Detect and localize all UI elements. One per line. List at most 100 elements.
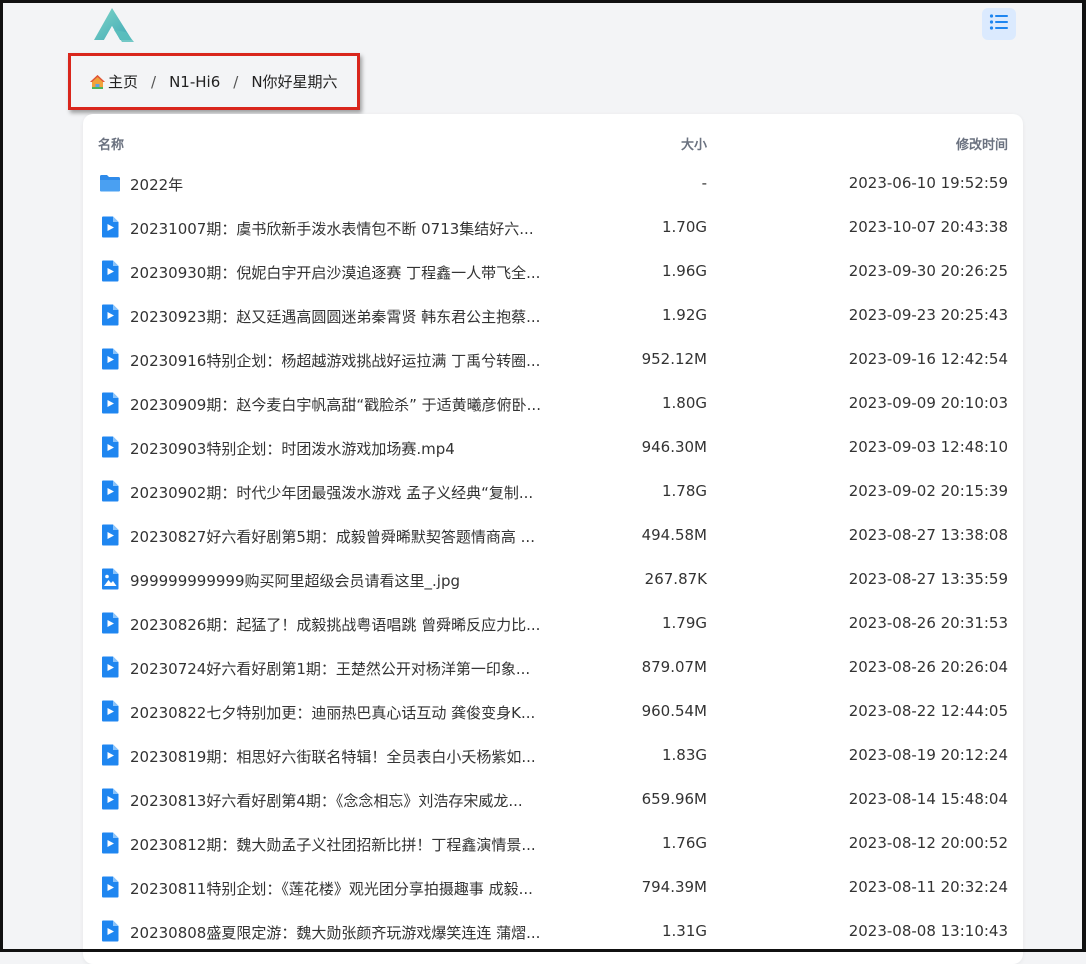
video-file-icon (99, 744, 121, 766)
file-name[interactable]: 20230808盛夏限定游：魏大勋张颜齐玩游戏爆笑连连 蒲熠... (130, 922, 540, 943)
video-file-icon (99, 392, 121, 414)
house-icon (89, 74, 106, 90)
table-row[interactable]: 20230724好六看好剧第1期：王楚然公开对杨洋第一印象... 879.07M 2… (83, 646, 1023, 690)
table-row[interactable]: 999999999999购买阿里超级会员请看这里_.jpg 267.87K 2023… (83, 558, 1023, 602)
breadcrumb-separator: / (151, 72, 157, 91)
table-row[interactable]: 20230923期：赵又廷遇高圆圆迷弟秦霄贤 韩东君公主抱蔡... 1.92G 20… (83, 294, 1023, 338)
file-modified-time: 2023-09-09 20:10:03 (848, 394, 1008, 412)
video-file-icon (99, 920, 121, 942)
file-modified-time: 2023-08-08 13:10:43 (848, 922, 1008, 940)
file-modified-time: 2023-06-10 19:52:59 (848, 174, 1008, 192)
file-modified-time: 2023-08-14 15:48:04 (848, 790, 1008, 808)
table-row[interactable]: 2022年 - 2023-06-10 19:52:59 (83, 162, 1023, 206)
header-name[interactable]: 名称 (98, 134, 124, 153)
table-row[interactable]: 20230826期：起猛了！成毅挑战粤语唱跳 曾舜晞反应力比... 1.79G 20… (83, 602, 1023, 646)
file-size: 1.83G (661, 746, 707, 764)
file-size: 946.30M (641, 438, 707, 456)
video-file-icon (99, 216, 121, 238)
table-row[interactable]: 20230916特别企划：杨超越游戏挑战好运拉满 丁禹兮转圈... 952.12M… (83, 338, 1023, 382)
file-name[interactable]: 20230916特别企划：杨超越游戏挑战好运拉满 丁禹兮转圈... (130, 350, 540, 371)
file-size: 1.79G (661, 614, 707, 632)
file-size: 267.87K (644, 570, 707, 588)
file-name[interactable]: 20230822七夕特别加更：迪丽热巴真心话互动 龚俊变身K... (130, 702, 535, 723)
file-size: 960.54M (641, 702, 707, 720)
file-name[interactable]: 20230826期：起猛了！成毅挑战粤语唱跳 曾舜晞反应力比... (130, 614, 540, 635)
file-name[interactable]: 20230724好六看好剧第1期：王楚然公开对杨洋第一印象... (130, 658, 530, 679)
file-name[interactable]: 20231007期：虞书欣新手泼水表情包不断 0713集结好六... (130, 218, 534, 239)
file-name[interactable]: 20230903特别企划：时团泼水游戏加场赛.mp4 (130, 438, 455, 459)
file-size: 1.70G (661, 218, 707, 236)
header-size[interactable]: 大小 (681, 134, 707, 153)
video-file-icon (99, 480, 121, 502)
breadcrumb-separator: / (233, 72, 239, 91)
table-row[interactable]: 20230822七夕特别加更：迪丽热巴真心话互动 龚俊变身K... 960.54M… (83, 690, 1023, 734)
breadcrumb: 主页 / N1-Hi6 / N你好星期六 (68, 53, 360, 110)
file-size: 952.12M (641, 350, 707, 368)
file-list-header: 名称 大小 修改时间 (83, 114, 1023, 164)
file-name[interactable]: 20230930期：倪妮白宇开启沙漠追逐赛 丁程鑫一人带飞全... (130, 262, 540, 283)
file-modified-time: 2023-08-22 12:44:05 (848, 702, 1008, 720)
file-modified-time: 2023-10-07 20:43:38 (848, 218, 1008, 236)
file-name[interactable]: 20230811特别企划：《莲花楼》观光团分享拍摄趣事 成毅... (130, 878, 533, 899)
file-modified-time: 2023-08-12 20:00:52 (848, 834, 1008, 852)
file-size: 1.80G (661, 394, 707, 412)
table-row[interactable]: 20230903特别企划：时团泼水游戏加场赛.mp4 946.30M 2023-09… (83, 426, 1023, 470)
file-list: 2022年 - 2023-06-10 19:52:59 20231007期：虞书欣新手… (83, 162, 1023, 954)
video-file-icon (99, 788, 121, 810)
table-row[interactable]: 20231007期：虞书欣新手泼水表情包不断 0713集结好六... 1.70G 2… (83, 206, 1023, 250)
file-size: 1.96G (661, 262, 707, 280)
file-modified-time: 2023-09-30 20:26:25 (848, 262, 1008, 280)
table-row[interactable]: 20230808盛夏限定游：魏大勋张颜齐玩游戏爆笑连连 蒲熠... 1.31G 20… (83, 910, 1023, 954)
file-modified-time: 2023-09-02 20:15:39 (848, 482, 1008, 500)
folder-icon (99, 172, 121, 194)
file-modified-time: 2023-08-27 13:38:08 (848, 526, 1008, 544)
table-row[interactable]: 20230909期：赵今麦白宇帆高甜“戳脸杀” 于适黄曦彦俯卧... 1.80G 2… (83, 382, 1023, 426)
video-file-icon (99, 348, 121, 370)
file-modified-time: 2023-08-26 20:31:53 (848, 614, 1008, 632)
video-file-icon (99, 832, 121, 854)
table-row[interactable]: 20230930期：倪妮白宇开启沙漠追逐赛 丁程鑫一人带飞全... 1.96G 20… (83, 250, 1023, 294)
breadcrumb-home[interactable]: 主页 (108, 71, 138, 92)
file-name[interactable]: 20230909期：赵今麦白宇帆高甜“戳脸杀” 于适黄曦彦俯卧... (130, 394, 541, 415)
file-name[interactable]: 20230819期：相思好六街联名特辑！全员表白小夭杨紫如... (130, 746, 536, 767)
file-size: - (701, 174, 707, 192)
file-name[interactable]: 999999999999购买阿里超级会员请看这里_.jpg (130, 570, 460, 591)
file-list-card: 名称 大小 修改时间 2022年 - 2023-06-10 19:52:59 2023… (83, 114, 1023, 964)
file-size: 879.07M (641, 658, 707, 676)
video-file-icon (99, 876, 121, 898)
image-file-icon (99, 568, 121, 590)
file-name[interactable]: 20230902期：时代少年团最强泼水游戏 孟子义经典“复制... (130, 482, 533, 503)
file-name[interactable]: 20230812期：魏大勋孟子义社团招新比拼！丁程鑫演情景... (130, 834, 536, 855)
breadcrumb-current[interactable]: N你好星期六 (251, 71, 337, 92)
table-row[interactable]: 20230812期：魏大勋孟子义社团招新比拼！丁程鑫演情景... 1.76G 202… (83, 822, 1023, 866)
alist-logo-icon[interactable] (92, 6, 136, 44)
file-size: 494.58M (641, 526, 707, 544)
file-size: 794.39M (641, 878, 707, 896)
header-modified[interactable]: 修改时间 (956, 134, 1008, 153)
file-name[interactable]: 20230813好六看好剧第4期：《念念相忘》刘浩存宋威龙... (130, 790, 523, 811)
video-file-icon (99, 612, 121, 634)
table-row[interactable]: 20230811特别企划：《莲花楼》观光团分享拍摄趣事 成毅... 794.39M… (83, 866, 1023, 910)
file-modified-time: 2023-09-23 20:25:43 (848, 306, 1008, 324)
video-file-icon (99, 700, 121, 722)
file-modified-time: 2023-09-16 12:42:54 (848, 350, 1008, 368)
file-modified-time: 2023-08-27 13:35:59 (848, 570, 1008, 588)
video-file-icon (99, 304, 121, 326)
file-name[interactable]: 20230827好六看好剧第5期：成毅曾舜晞默契答题情商高 ... (130, 526, 535, 547)
table-row[interactable]: 20230902期：时代少年团最强泼水游戏 孟子义经典“复制... 1.78G 20… (83, 470, 1023, 514)
file-modified-time: 2023-09-03 12:48:10 (848, 438, 1008, 456)
file-name[interactable]: 2022年 (130, 174, 183, 195)
video-file-icon (99, 656, 121, 678)
video-file-icon (99, 260, 121, 282)
file-size: 1.31G (661, 922, 707, 940)
table-row[interactable]: 20230819期：相思好六街联名特辑！全员表白小夭杨紫如... 1.83G 202… (83, 734, 1023, 778)
table-row[interactable]: 20230813好六看好剧第4期：《念念相忘》刘浩存宋威龙... 659.96M 2… (83, 778, 1023, 822)
file-name[interactable]: 20230923期：赵又廷遇高圆圆迷弟秦霄贤 韩东君公主抱蔡... (130, 306, 540, 327)
breadcrumb-n1-hi6[interactable]: N1-Hi6 (169, 73, 220, 91)
file-modified-time: 2023-08-11 20:32:24 (848, 878, 1008, 896)
file-size: 659.96M (641, 790, 707, 808)
video-file-icon (99, 436, 121, 458)
list-menu-button[interactable] (982, 8, 1016, 40)
video-file-icon (99, 524, 121, 546)
table-row[interactable]: 20230827好六看好剧第5期：成毅曾舜晞默契答题情商高 ... 494.58M… (83, 514, 1023, 558)
